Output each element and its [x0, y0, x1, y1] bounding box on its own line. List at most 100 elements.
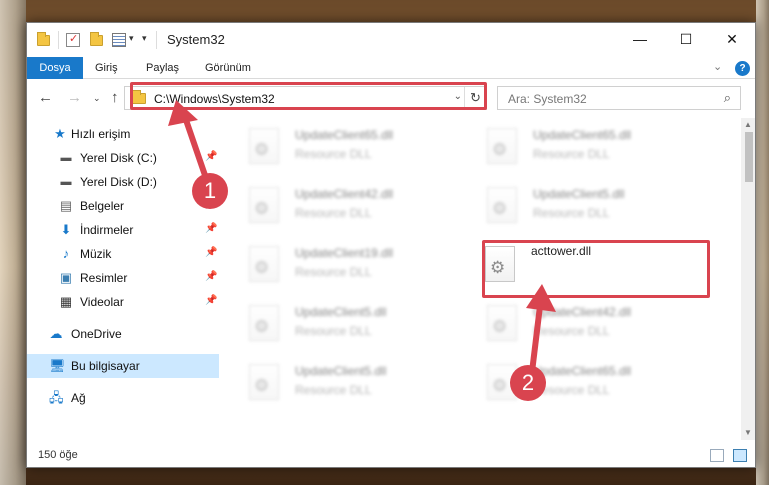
dll-file-icon	[487, 305, 517, 341]
sidebar-item-pictures[interactable]: ▣ Resimler 📌	[27, 266, 219, 290]
sidebar-item-label: OneDrive	[71, 327, 122, 341]
divider	[156, 31, 157, 49]
cloud-icon: ☁	[49, 326, 63, 341]
tab-view[interactable]: Görünüm	[193, 57, 263, 79]
file-name: UpdateClient5.dll	[533, 187, 625, 201]
sidebar-item-disk-c[interactable]: ▬ Yerel Disk (C:) 📌	[27, 146, 219, 170]
search-box[interactable]: Ara: System32 ⌕	[497, 86, 741, 110]
background-trunk	[756, 0, 769, 485]
sidebar-item-videos[interactable]: ▦ Videolar 📌	[27, 290, 219, 314]
vertical-scrollbar[interactable]: ▲ ▼	[741, 118, 755, 440]
scroll-down-icon[interactable]: ▼	[744, 428, 752, 437]
sidebar-item-this-pc[interactable]: 🖥 Bu bilgisayar	[27, 354, 219, 378]
close-button[interactable]: ✕	[709, 23, 755, 55]
file-item[interactable]: UpdateClient42.dll Resource DLL	[221, 181, 441, 229]
sidebar-item-quick-access[interactable]: ★ Hızlı erişim	[27, 122, 219, 146]
sidebar-item-label: Bu bilgisayar	[71, 359, 140, 373]
recent-locations-icon[interactable]: ⌄	[93, 93, 101, 104]
file-description: Resource DLL	[295, 383, 372, 397]
file-list: UpdateClient65.dll Resource DLL UpdateCl…	[221, 118, 741, 440]
file-item[interactable]: UpdateClient42.dll Resource DLL	[459, 299, 679, 347]
tab-home[interactable]: Giriş	[83, 57, 130, 79]
help-icon[interactable]: ?	[735, 61, 750, 76]
new-folder-icon[interactable]	[90, 32, 103, 46]
sidebar-item-disk-d[interactable]: ▬ Yerel Disk (D:)	[27, 170, 219, 194]
window-title: System32	[167, 32, 225, 47]
folder-icon	[132, 90, 146, 104]
sidebar-item-label: Yerel Disk (D:)	[80, 175, 157, 189]
file-name: UpdateClient65.dll	[533, 364, 632, 378]
pin-icon[interactable]: 📌	[205, 223, 217, 234]
properties-icon[interactable]	[66, 32, 80, 47]
chevron-down-icon[interactable]: ⌄	[454, 91, 462, 102]
file-description: Resource DLL	[533, 147, 610, 161]
address-path[interactable]: C:\Windows\System32	[154, 92, 275, 106]
sidebar-item-downloads[interactable]: ⬇ İndirmeler 📌	[27, 218, 219, 242]
file-item[interactable]: UpdateClient5.dll Resource DLL	[459, 181, 679, 229]
search-input[interactable]: Ara: System32	[508, 92, 587, 106]
item-count: 150 öğe	[38, 449, 78, 461]
navigation-bar: ← → ⌄ ↑ C:\Windows\System32 ⌄ ↻ Ara: Sys…	[27, 80, 755, 116]
expand-ribbon-icon[interactable]: ⌄	[713, 60, 722, 73]
file-item[interactable]: UpdateClient65.dll Resource DLL	[459, 122, 679, 170]
file-item[interactable]: UpdateClient65.dll Resource DLL	[221, 122, 441, 170]
dll-file-icon	[249, 128, 279, 164]
pin-icon[interactable]: 📌	[205, 151, 217, 162]
file-item-acttower[interactable]: acttower.dll	[459, 240, 679, 288]
navigation-pane: ★ Hızlı erişim ▬ Yerel Disk (C:) 📌 ▬ Yer…	[27, 118, 221, 440]
pin-icon[interactable]: 📌	[205, 271, 217, 282]
video-icon: ▦	[59, 294, 73, 309]
dll-file-icon	[249, 187, 279, 223]
computer-icon: 🖥	[49, 358, 66, 373]
download-icon: ⬇	[60, 222, 72, 237]
sidebar-item-documents[interactable]: ▤ Belgeler 📌	[27, 194, 219, 218]
step-badge-2: 2	[510, 365, 546, 401]
drive-icon: ▬	[60, 152, 72, 164]
file-item[interactable]: UpdateClient5.dll Resource DLL	[221, 358, 441, 406]
pin-icon[interactable]: 📌	[205, 247, 217, 258]
file-description: Resource DLL	[295, 206, 372, 220]
dll-file-icon	[249, 305, 279, 341]
file-item[interactable]: UpdateClient5.dll Resource DLL	[221, 299, 441, 347]
address-bar[interactable]: C:\Windows\System32 ⌄ ↻	[124, 86, 487, 110]
pin-icon[interactable]: 📌	[205, 295, 217, 306]
customize-toolbar-icon[interactable]: ▾	[142, 33, 147, 44]
minimize-button[interactable]: —	[617, 23, 663, 55]
large-icons-view-icon[interactable]	[733, 449, 747, 462]
file-name: UpdateClient5.dll	[295, 364, 387, 378]
up-arrow-icon[interactable]: ↑	[111, 89, 119, 106]
dll-file-icon	[487, 187, 517, 223]
ribbon-tabs: Dosya Giriş Paylaş Görünüm ⌄ ?	[27, 57, 755, 79]
sidebar-item-onedrive[interactable]: ☁ OneDrive	[27, 322, 219, 346]
tab-file[interactable]: Dosya	[27, 57, 83, 79]
details-view-icon[interactable]	[710, 449, 724, 462]
drive-icon: ▬	[60, 176, 72, 188]
sidebar-item-network[interactable]: 🖧 Ağ	[27, 386, 219, 410]
file-name: UpdateClient5.dll	[295, 305, 387, 319]
file-item[interactable]: UpdateClient19.dll Resource DLL	[221, 240, 441, 288]
tab-share[interactable]: Paylaş	[134, 57, 191, 79]
star-icon: ★	[54, 126, 66, 141]
sidebar-item-label: Hızlı erişim	[71, 127, 131, 141]
file-name: UpdateClient19.dll	[295, 246, 394, 260]
folder-icon	[37, 32, 50, 46]
search-icon[interactable]: ⌕	[724, 90, 731, 106]
sidebar-item-label: Belgeler	[80, 199, 125, 213]
quick-access-icon[interactable]	[112, 33, 126, 47]
file-name: UpdateClient42.dll	[533, 305, 632, 319]
file-description: Resource DLL	[533, 206, 610, 220]
file-item[interactable]: UpdateClient65.dll Resource DLL	[459, 358, 679, 406]
chevron-down-icon[interactable]: ▾	[129, 33, 134, 44]
sidebar-item-label: İndirmeler	[80, 223, 134, 237]
refresh-icon[interactable]: ↻	[464, 87, 486, 109]
forward-arrow-icon[interactable]: →	[67, 89, 82, 106]
music-icon: ♪	[62, 246, 70, 261]
file-description: Resource DLL	[533, 324, 610, 338]
scroll-up-icon[interactable]: ▲	[744, 120, 752, 129]
scrollbar-thumb[interactable]	[745, 132, 753, 182]
file-name: acttower.dll	[531, 244, 592, 258]
back-arrow-icon[interactable]: ←	[38, 89, 53, 106]
maximize-button[interactable]: ☐	[663, 23, 709, 55]
sidebar-item-music[interactable]: ♪ Müzik 📌	[27, 242, 219, 266]
dll-file-icon	[485, 246, 515, 282]
